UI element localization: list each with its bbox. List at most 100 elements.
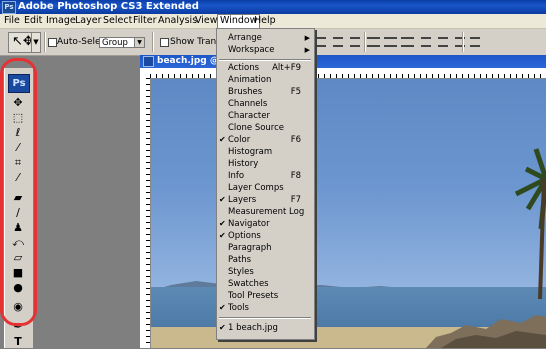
menu-item-character[interactable]: Character [217,110,314,122]
menu-file[interactable]: File [4,14,20,28]
menu-item-label: Tool Presets [228,291,279,301]
separator [152,32,154,52]
menu-item-label: Character [228,111,270,121]
menu-item-arrange[interactable]: Arrange ▶ [217,32,314,44]
show-transform-checkbox[interactable] [160,38,169,47]
menu-item-tools[interactable]: ✔ Tools [217,302,314,314]
menu-item-layer-comps[interactable]: Layer Comps [217,182,314,194]
menu-analysis[interactable]: Analysis [158,14,197,28]
menu-item-label: Navigator [228,219,270,229]
document-title-bar[interactable]: beach.jpg @ 25 [140,55,546,68]
menu-select[interactable]: Select [103,14,132,28]
checkmark-icon: ✔ [219,303,226,312]
menu-item-label: Swatches [228,279,269,289]
menu-divider [219,59,311,61]
menu-help[interactable]: Help [254,14,276,28]
menu-item-shortcut: F8 [290,171,301,181]
menu-item-animation[interactable]: Animation [217,74,314,86]
distribute-left-icon[interactable] [421,37,431,47]
menu-item-label: Clone Source [228,123,285,133]
chevron-down-icon[interactable]: ▼ [31,32,41,53]
menu-item-label: Measurement Log [228,207,305,217]
menu-item-label: Workspace [228,45,275,55]
menu-item-shortcut: F7 [290,195,301,205]
menu-item-navigator[interactable]: ✔ Navigator [217,218,314,230]
menu-item-actions[interactable]: Actions Alt+F9 [217,62,314,74]
menu-item-measurement-log[interactable]: Measurement Log [217,206,314,218]
menu-item-shortcut: F5 [290,87,301,97]
menu-item-paths[interactable]: Paths [217,254,314,266]
menu-item-label: Animation [228,75,272,85]
menu-divider [219,317,311,319]
align-middle-icon[interactable] [333,37,343,47]
menu-item-label: Brushes [228,87,263,97]
distribute-center-icon[interactable] [438,37,448,47]
menu-item-label: Styles [228,267,254,277]
menu-item-label: Options [228,231,261,241]
checkmark-icon: ✔ [219,219,226,228]
menu-item-histogram[interactable]: Histogram [217,146,314,158]
menu-item-info[interactable]: Info F8 [217,170,314,182]
distribute-top-icon[interactable] [370,37,380,47]
distribute-middle-icon[interactable] [387,37,397,47]
menu-item-label: Paths [228,255,252,265]
checkmark-icon: ✔ [219,135,226,144]
menu-item-swatches[interactable]: Swatches [217,278,314,290]
menu-item-label: Tools [228,303,249,313]
align-bottom-icon[interactable] [350,37,360,47]
auto-select-checkbox[interactable] [48,38,57,47]
menu-item-shortcut: F6 [290,135,301,145]
menu-item-styles[interactable]: Styles [217,266,314,278]
menu-view[interactable]: View [195,14,218,28]
menu-item-label: Layer Comps [228,183,284,193]
palm-tree [514,148,546,299]
separator [44,32,46,52]
menu-item-tool-presets[interactable]: Tool Presets [217,290,314,302]
menu-image[interactable]: Image [46,14,76,28]
checkmark-icon: ✔ [219,231,226,240]
document-window: beach.jpg @ 25 [140,55,546,348]
horizontal-ruler [150,68,546,79]
menu-item-label: Channels [228,99,268,109]
align-top-icon[interactable] [316,37,326,47]
menu-item-brushes[interactable]: Brushes F5 [217,86,314,98]
distribute-buttons [370,37,472,49]
menu-item-workspace[interactable]: Workspace ▶ [217,44,314,56]
menu-item-clone-source[interactable]: Clone Source [217,122,314,134]
menu-item-label: Histogram [228,147,273,157]
beach-photo-canvas[interactable] [151,79,546,348]
checkmark-icon: ✔ [219,195,226,204]
menu-item-label: Arrange [228,33,262,43]
menu-edit[interactable]: Edit [24,14,42,28]
submenu-arrow-icon: ▶ [304,34,310,42]
menu-item-label: Layers [228,195,257,205]
menu-item-channels[interactable]: Channels [217,98,314,110]
highlight-ring [0,58,37,326]
menu-filter[interactable]: Filter [133,14,157,28]
menu-item-document-beach[interactable]: ✔ 1 beach.jpg [217,322,314,334]
menu-item-paragraph[interactable]: Paragraph [217,242,314,254]
vertical-ruler [140,78,151,348]
document-icon [143,56,154,67]
auto-select-dropdown[interactable]: Group ▼ [99,37,145,48]
separator [462,32,464,52]
submenu-arrow-icon: ▶ [304,46,310,54]
menu-item-history[interactable]: History [217,158,314,170]
menu-item-options[interactable]: ✔ Options [217,230,314,242]
auto-align-button [470,37,487,49]
menu-item-color[interactable]: ✔ Color F6 [217,134,314,146]
type-tool-icon[interactable]: T [10,335,26,349]
menu-item-label: Color [228,135,251,145]
title-bar: Ps Adobe Photoshop CS3 Extended [0,0,546,14]
menu-item-shortcut: Alt+F9 [272,63,301,73]
auto-select-value: Group [102,38,128,48]
tool-preset-picker[interactable]: ↖✥ [8,32,34,53]
distribute-bottom-icon[interactable] [404,37,414,47]
menu-item-label: Actions [228,63,260,73]
auto-align-icon[interactable] [470,37,480,47]
menu-item-label: History [228,159,259,169]
menu-layer[interactable]: Layer [75,14,102,28]
menu-item-label: Info [228,171,245,181]
menu-item-layers[interactable]: ✔ Layers F7 [217,194,314,206]
rocks [426,315,546,348]
